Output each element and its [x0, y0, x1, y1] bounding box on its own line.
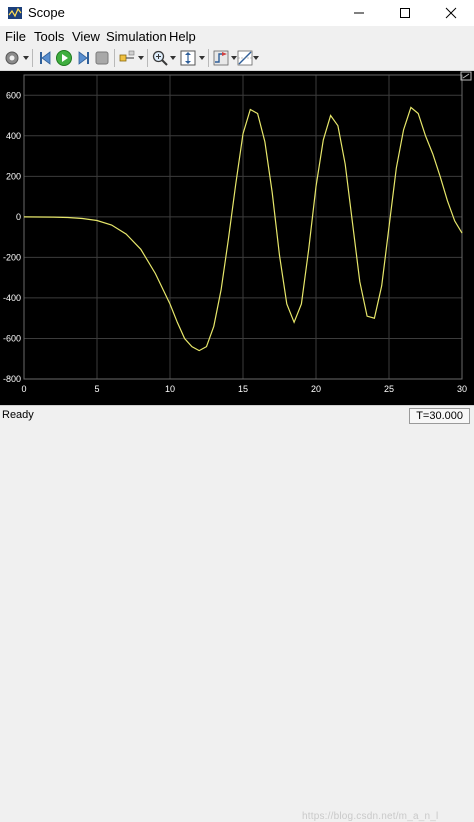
triggers-button[interactable] [212, 49, 230, 67]
settings-button[interactable] [3, 49, 21, 67]
step-forward-button[interactable] [74, 49, 92, 67]
step-back-icon [40, 51, 51, 65]
y-tick-label: 400 [6, 131, 21, 141]
highlight-dropdown-caret[interactable] [138, 56, 144, 60]
x-tick-label: 25 [384, 384, 394, 394]
title-bar: Scope [0, 0, 474, 26]
undock-icon[interactable] [460, 71, 472, 81]
highlight-block-button[interactable] [118, 49, 136, 67]
scope-display[interactable]: 0 5 10 15 20 25 30 600 400 200 0 -200 -400 -600 -800 [0, 71, 474, 405]
menu-view[interactable]: View [72, 29, 100, 44]
toolbar-separator [32, 49, 33, 67]
autoscale-icon [180, 50, 196, 66]
step-forward-icon [78, 51, 89, 65]
scope-plot[interactable]: 0 5 10 15 20 25 30 600 400 200 0 -200 -400 -600 -800 [0, 71, 474, 405]
toolbar-separator [114, 49, 115, 67]
highlight-block-icon [119, 50, 135, 62]
zoom-button[interactable] [151, 49, 169, 67]
y-tick-label: 200 [6, 171, 21, 181]
triggers-icon [213, 50, 229, 66]
cursor-measurements-icon [237, 50, 253, 66]
status-bar: Ready https://blog.csdn.net/m_a_n_l T=30… [0, 405, 474, 822]
measurements-dropdown-caret[interactable] [253, 56, 259, 60]
simulation-time: T=30.000 [409, 408, 470, 424]
toolbar-separator [208, 49, 209, 67]
y-tick-label: -600 [3, 333, 21, 343]
x-tick-label: 10 [165, 384, 175, 394]
maximize-icon [400, 8, 410, 18]
settings-icon [5, 51, 19, 65]
watermark-text: https://blog.csdn.net/m_a_n_l [302, 811, 439, 822]
x-tick-label: 5 [94, 384, 99, 394]
scope-app-icon [8, 7, 22, 19]
close-icon [445, 7, 457, 19]
minimize-icon [354, 12, 364, 14]
x-tick-label: 15 [238, 384, 248, 394]
status-text: Ready [2, 409, 34, 421]
menu-help[interactable]: Help [169, 29, 196, 44]
menu-file[interactable]: File [5, 29, 26, 44]
y-tick-label: 600 [6, 90, 21, 100]
close-button[interactable] [428, 0, 474, 26]
zoom-dropdown-caret[interactable] [170, 56, 176, 60]
x-tick-label: 30 [457, 384, 467, 394]
menu-tools[interactable]: Tools [34, 29, 64, 44]
maximize-button[interactable] [382, 0, 428, 26]
stop-button[interactable] [93, 49, 111, 67]
toolbar-separator [147, 49, 148, 67]
x-tick-label: 20 [311, 384, 321, 394]
menu-bar: File Tools View Simulation Help [0, 26, 474, 46]
minimize-button[interactable] [336, 0, 382, 26]
window-title: Scope [28, 5, 65, 20]
autoscale-button[interactable] [179, 49, 197, 67]
y-tick-label: 0 [16, 212, 21, 222]
settings-dropdown-caret[interactable] [23, 56, 29, 60]
autoscale-dropdown-caret[interactable] [199, 56, 205, 60]
run-icon [56, 50, 72, 66]
cursor-measurements-button[interactable] [236, 49, 254, 67]
toolbar [0, 46, 474, 71]
x-tick-label: 0 [21, 384, 26, 394]
y-tick-label: -400 [3, 293, 21, 303]
y-tick-label: -800 [3, 374, 21, 384]
run-button[interactable] [55, 49, 73, 67]
zoom-icon [152, 50, 168, 66]
y-tick-label: -200 [3, 252, 21, 262]
menu-simulation[interactable]: Simulation [106, 29, 167, 44]
stop-icon [95, 51, 109, 65]
step-back-button[interactable] [37, 49, 55, 67]
